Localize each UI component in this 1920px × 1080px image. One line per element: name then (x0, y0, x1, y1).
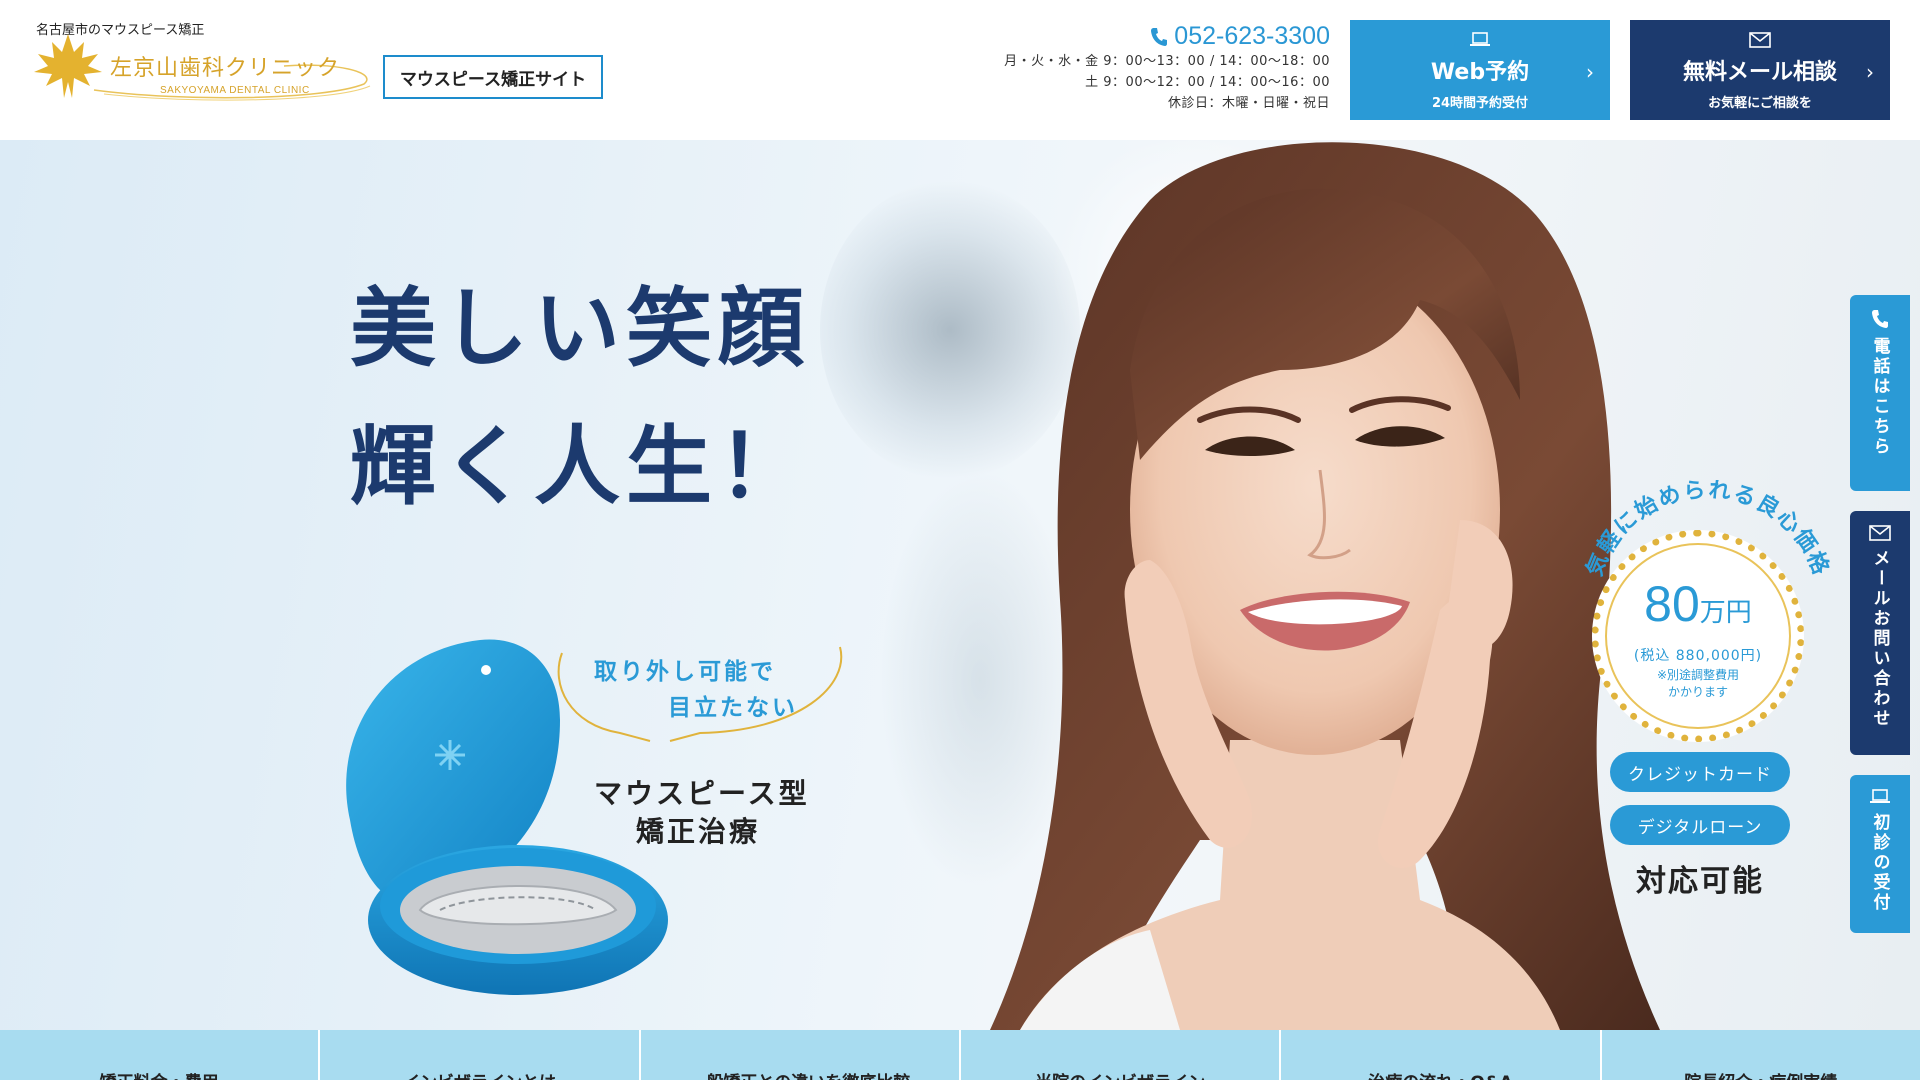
web-reservation-sublabel: 24時間予約受付 (1431, 96, 1529, 111)
contact-info: 052-623-3300 月・火・水・金 9：00〜13：00 / 14：00〜… (970, 22, 1330, 114)
price-badge: 80万円 (税込 880,000円) ※別途調整費用 かかります (1592, 530, 1804, 742)
nav-item-flow-qa[interactable]: 治療の流れ・Q&A (1281, 1030, 1602, 1080)
web-reservation-label: Web予約 (1430, 60, 1530, 85)
phone-icon (1151, 27, 1168, 46)
hours-saturday: 土 9：00〜12：00 / 14：00〜16：00 (1085, 75, 1330, 90)
page: 名古屋市のマウスピース矯正 左京山歯科クリニック SAKYOYAMA DENTA… (0, 0, 1920, 1080)
hero-headline: 美しい笑顔 輝く人生！ (350, 260, 810, 536)
phone-number: 052-623-3300 (1174, 22, 1330, 50)
side-mail-label: メールお問い合わせ (1869, 549, 1890, 729)
side-phone-label: 電話はこちら (1869, 337, 1890, 457)
mail-consultation-sublabel: お気軽にご相談を (1708, 96, 1812, 111)
nav-item-director-cases[interactable]: 院長紹介・症例実績 (1602, 1030, 1920, 1080)
global-nav: 矯正料金・費用 インビザラインとは 一般矯正との違いを徹底比較 当院のインビザラ… (0, 1030, 1920, 1080)
laptop-icon (1870, 789, 1890, 803)
envelope-icon (1869, 525, 1891, 541)
feature-text-line-2: 目立たない (668, 695, 798, 721)
site-badge: マウスピース矯正サイト (383, 55, 603, 99)
treatment-title-line-1: マウスピース型 (594, 777, 810, 810)
phone-number-link[interactable]: 052-623-3300 (970, 22, 1330, 51)
side-first-visit-label: 初診の受付 (1869, 813, 1890, 913)
treatment-title-line-2: 矯正治療 (636, 815, 761, 848)
side-phone-button[interactable]: 電話はこちら (1850, 295, 1910, 491)
mail-consultation-label: 無料メール相談 (1682, 60, 1837, 85)
laptop-icon (1470, 32, 1490, 46)
hero-section: 美しい笑顔 輝く人生！ 取り外し可能で 目立たない マウスピース型 矯正治療 気… (0, 140, 1920, 1030)
phone-icon (1872, 310, 1888, 328)
headline-line-1: 美しい笑顔 (350, 278, 810, 379)
chevron-right-icon: › (1866, 60, 1874, 84)
clinic-name-english: SAKYOYAMA DENTAL CLINIC (160, 85, 310, 96)
feature-text-line-1: 取り外し可能で (594, 659, 776, 685)
side-first-visit-button[interactable]: 初診の受付 (1850, 775, 1910, 933)
nav-item-our-invisalign[interactable]: 当院のインビザライン (961, 1030, 1282, 1080)
nav-item-comparison[interactable]: 一般矯正との違いを徹底比較 (641, 1030, 961, 1080)
payment-available-text: 対応可能 (1636, 864, 1764, 899)
price-note: ※別途調整費用 かかります (1599, 667, 1797, 701)
clinic-name: 左京山歯科クリニック (110, 56, 341, 81)
nav-item-invisalign[interactable]: インビザラインとは (320, 1030, 641, 1080)
closed-days: 休診日：木曜・日曜・祝日 (1167, 96, 1330, 111)
price-amount: 80万円 (1599, 575, 1797, 633)
site-header: 名古屋市のマウスピース矯正 左京山歯科クリニック SAKYOYAMA DENTA… (0, 0, 1920, 140)
envelope-icon (1749, 32, 1771, 48)
credit-card-pill: クレジットカード (1610, 752, 1790, 792)
price-badge-ring (1605, 543, 1791, 729)
price-with-tax: (税込 880,000円) (1633, 648, 1763, 664)
nav-item-pricing[interactable]: 矯正料金・費用 (0, 1030, 321, 1080)
hours-weekday: 月・火・水・金 9：00〜13：00 / 14：00〜18：00 (1004, 54, 1330, 69)
digital-loan-pill: デジタルローン (1610, 805, 1790, 845)
clinic-logo[interactable]: 左京山歯科クリニック SAKYOYAMA DENTAL CLINIC (34, 32, 374, 104)
mail-consultation-button[interactable]: 無料メール相談 お気軽にご相談を › (1630, 20, 1890, 120)
price-note-line-2: かかります (1667, 685, 1728, 699)
price-unit: 万円 (1699, 597, 1752, 627)
chevron-right-icon: › (1586, 60, 1594, 84)
web-reservation-button[interactable]: Web予約 24時間予約受付 › (1350, 20, 1610, 120)
side-mail-button[interactable]: メールお問い合わせ (1850, 511, 1910, 755)
headline-line-2: 輝く人生！ (350, 416, 810, 517)
price-number: 80 (1644, 576, 1700, 632)
price-note-line-1: ※別途調整費用 (1656, 668, 1740, 682)
